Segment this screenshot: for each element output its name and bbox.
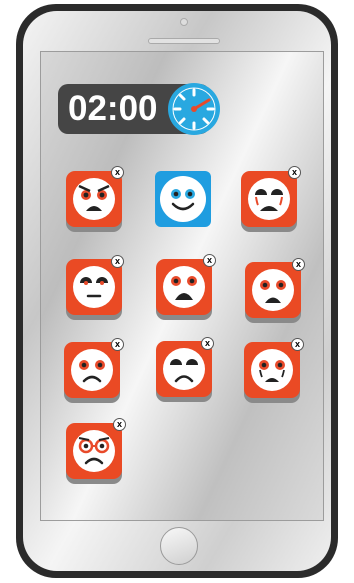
close-badge[interactable]: x bbox=[111, 338, 124, 351]
angry-face-icon bbox=[73, 178, 115, 220]
close-badge[interactable]: x bbox=[201, 337, 214, 350]
close-badge[interactable]: x bbox=[111, 255, 124, 268]
crying-face-icon bbox=[248, 178, 290, 220]
clock-icon bbox=[168, 83, 220, 135]
close-badge[interactable]: x bbox=[291, 338, 304, 351]
glasses-frown-face-icon bbox=[73, 430, 115, 472]
emoji-tile-sad[interactable] bbox=[64, 342, 120, 398]
home-button[interactable] bbox=[160, 527, 198, 565]
frowning-face-icon bbox=[163, 348, 205, 390]
earpiece-speaker bbox=[148, 38, 220, 44]
emoji-tile-shocked[interactable] bbox=[156, 259, 212, 315]
sad-face-icon bbox=[71, 349, 113, 391]
close-badge[interactable]: x bbox=[288, 166, 301, 179]
neutral-face-icon bbox=[73, 266, 115, 308]
front-camera bbox=[180, 18, 188, 26]
emoji-tile-crying[interactable] bbox=[241, 171, 297, 227]
emoji-tile-scared[interactable] bbox=[245, 262, 301, 318]
happy-face-icon bbox=[160, 176, 206, 222]
close-badge[interactable]: x bbox=[203, 254, 216, 267]
scared-face-icon bbox=[252, 269, 294, 311]
emoji-tile-frowning[interactable] bbox=[156, 341, 212, 397]
emoji-tile-teary[interactable] bbox=[244, 342, 300, 398]
close-badge[interactable]: x bbox=[292, 258, 305, 271]
emoji-tile-happy[interactable] bbox=[155, 171, 211, 227]
close-badge[interactable]: x bbox=[113, 418, 126, 431]
emoji-tile-angry[interactable] bbox=[66, 171, 122, 227]
shocked-face-icon bbox=[163, 266, 205, 308]
emoji-tile-glasses[interactable] bbox=[66, 423, 122, 479]
timer-text: 02:00 bbox=[68, 89, 158, 128]
teary-face-icon bbox=[251, 349, 293, 391]
close-badge[interactable]: x bbox=[111, 166, 124, 179]
emoji-tile-neutral[interactable] bbox=[66, 259, 122, 315]
